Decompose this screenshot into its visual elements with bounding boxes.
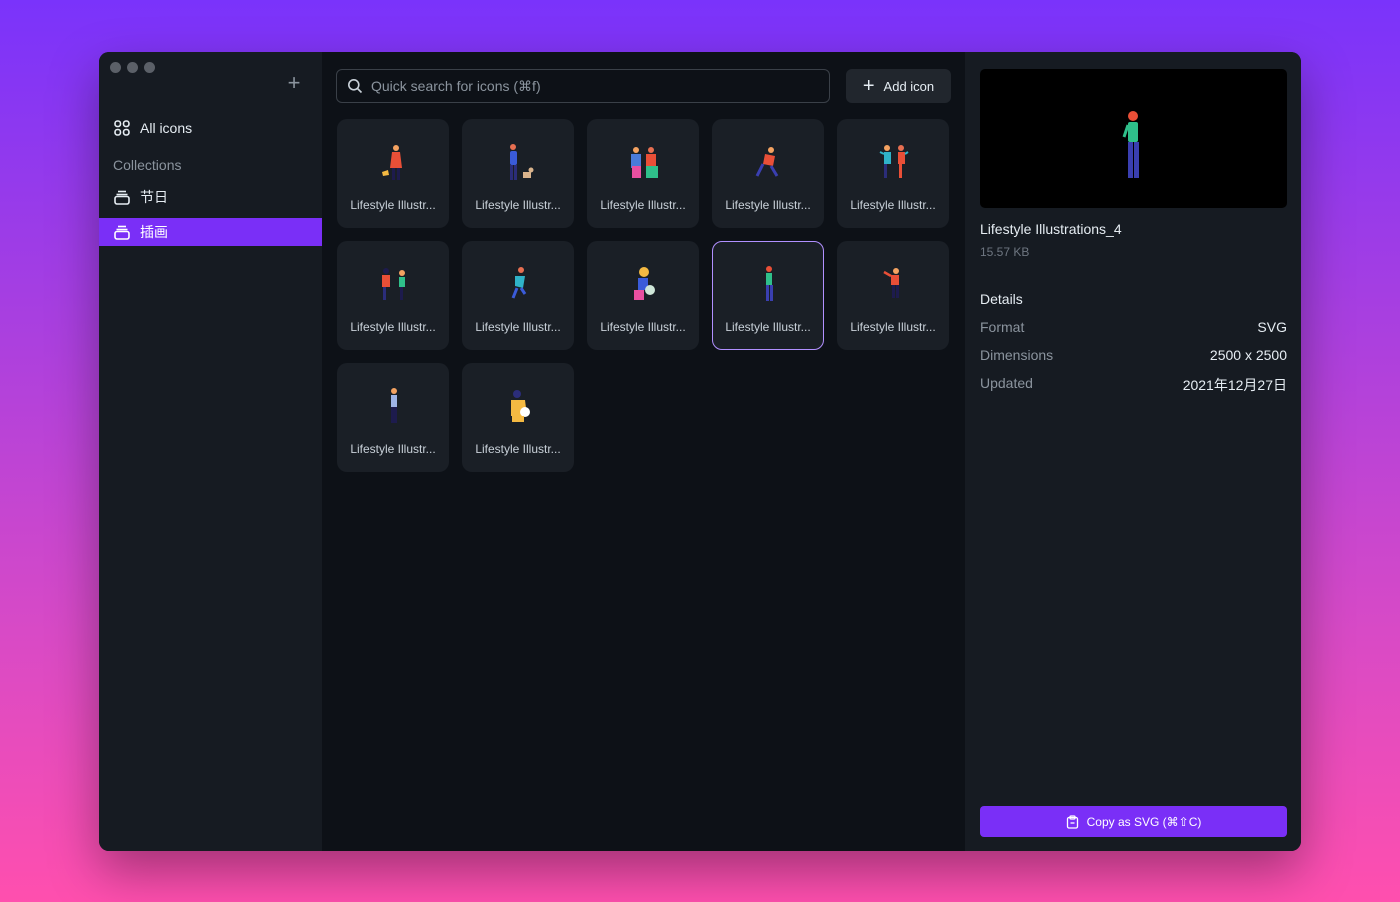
icon-card[interactable]: Lifestyle Illustr... [462, 241, 574, 350]
zoom-window-button[interactable] [144, 62, 155, 73]
person-sitting-illustration-icon [511, 390, 530, 422]
grid-icon [114, 120, 130, 136]
icon-card-label: Lifestyle Illustr... [475, 198, 561, 212]
icon-card-label: Lifestyle Illustr... [850, 198, 936, 212]
sidebar-item-collection[interactable]: 节日 [99, 183, 322, 211]
add-icon-label: Add icon [883, 78, 935, 94]
sidebar-item-label: All icons [140, 120, 193, 136]
clipboard-icon [1066, 814, 1078, 829]
detail-panel: Lifestyle Illustrations_4 15.57 KB Detai… [965, 52, 1301, 851]
icon-grid: Lifestyle Illustr... Lifestyle Illustr..… [337, 119, 949, 472]
icon-card-label: Lifestyle Illustr... [475, 442, 561, 456]
icon-card-label: Lifestyle Illustr... [350, 320, 436, 334]
icon-card[interactable]: Lifestyle Illustr... [337, 119, 449, 228]
icon-card-label: Lifestyle Illustr... [600, 320, 686, 334]
icon-card-label: Lifestyle Illustr... [475, 320, 561, 334]
person-standing-illustration-icon [1122, 111, 1139, 178]
details-heading: Details [980, 291, 1023, 307]
icon-card[interactable]: Lifestyle Illustr... [587, 119, 699, 228]
detail-row-format: Format SVG [980, 319, 1287, 335]
icon-card[interactable]: Lifestyle Illustr... [837, 119, 949, 228]
icon-card-label: Lifestyle Illustr... [350, 198, 436, 212]
detail-key: Format [980, 319, 1025, 335]
sidebar-item-all-icons[interactable]: All icons [99, 114, 322, 142]
selected-icon-name: Lifestyle Illustrations_4 [980, 221, 1122, 237]
close-window-button[interactable] [110, 62, 121, 73]
icon-card[interactable]: Lifestyle Illustr... [712, 119, 824, 228]
folder-stack-icon [114, 190, 130, 205]
icon-card[interactable]: Lifestyle Illustr... [462, 119, 574, 228]
search-bar[interactable] [336, 69, 830, 103]
window-controls [110, 62, 155, 73]
shopping-couple-illustration-icon [631, 147, 658, 178]
detail-key: Updated [980, 375, 1033, 391]
detail-row-dimensions: Dimensions 2500 x 2500 [980, 347, 1287, 363]
icon-card-selected[interactable]: Lifestyle Illustr... [712, 241, 824, 350]
icon-card[interactable]: Lifestyle Illustr... [587, 241, 699, 350]
app-window: + All icons Collections 节日 插画 Quick sear… [99, 52, 1301, 851]
plus-icon: + [862, 75, 875, 97]
icon-card-label: Lifestyle Illustr... [350, 442, 436, 456]
sidebar-item-label: 插画 [140, 224, 168, 240]
person-with-balloon-illustration-icon [634, 267, 655, 300]
two-people-illustration-icon [382, 268, 405, 300]
detail-value: 2021年12月27日 [1182, 377, 1287, 393]
icon-card-label: Lifestyle Illustr... [725, 320, 811, 334]
detail-value: 2500 x 2500 [1209, 347, 1287, 363]
copy-as-svg-label: Copy as SVG (⌘⇧C) [1086, 814, 1202, 829]
sidebar-item-label: 节日 [140, 189, 168, 205]
icon-preview [980, 69, 1287, 208]
man-walking-dog-illustration-icon [510, 144, 534, 180]
icon-card[interactable]: Lifestyle Illustr... [462, 363, 574, 472]
person-standing-illustration-icon [766, 266, 773, 301]
folder-stack-icon [114, 225, 130, 240]
person-running-illustration-icon [755, 147, 779, 177]
icon-card-label: Lifestyle Illustr... [725, 198, 811, 212]
detail-row-updated: Updated 2021年12月27日 [980, 375, 1287, 395]
search-input[interactable] [371, 78, 811, 94]
detail-value: SVG [1257, 319, 1287, 335]
person-dancing-illustration-icon [511, 267, 527, 299]
selected-icon-size: 15.57 KB [980, 245, 1030, 259]
person-thinking-illustration-icon [391, 388, 397, 423]
icon-card-label: Lifestyle Illustr... [600, 198, 686, 212]
icon-browser: + Add icon Lifestyle Illustr... [322, 52, 965, 851]
woman-with-dog-illustration-icon [382, 145, 402, 180]
minimize-window-button[interactable] [127, 62, 138, 73]
search-icon [348, 79, 363, 94]
icon-card-label: Lifestyle Illustr... [850, 320, 936, 334]
collections-heading: Collections [113, 157, 182, 173]
people-talking-illustration-icon [879, 145, 909, 178]
person-waving-illustration-icon [883, 268, 899, 298]
icon-card[interactable]: Lifestyle Illustr... [337, 363, 449, 472]
icon-card[interactable]: Lifestyle Illustr... [337, 241, 449, 350]
detail-key: Dimensions [980, 347, 1054, 363]
add-icon-button[interactable]: + Add icon [846, 69, 951, 103]
add-collection-button[interactable]: + [283, 72, 305, 94]
icon-card[interactable]: Lifestyle Illustr... [837, 241, 949, 350]
sidebar: + All icons Collections 节日 插画 [99, 52, 322, 851]
sidebar-item-collection-active[interactable]: 插画 [99, 218, 322, 246]
copy-as-svg-button[interactable]: Copy as SVG (⌘⇧C) [980, 806, 1287, 837]
